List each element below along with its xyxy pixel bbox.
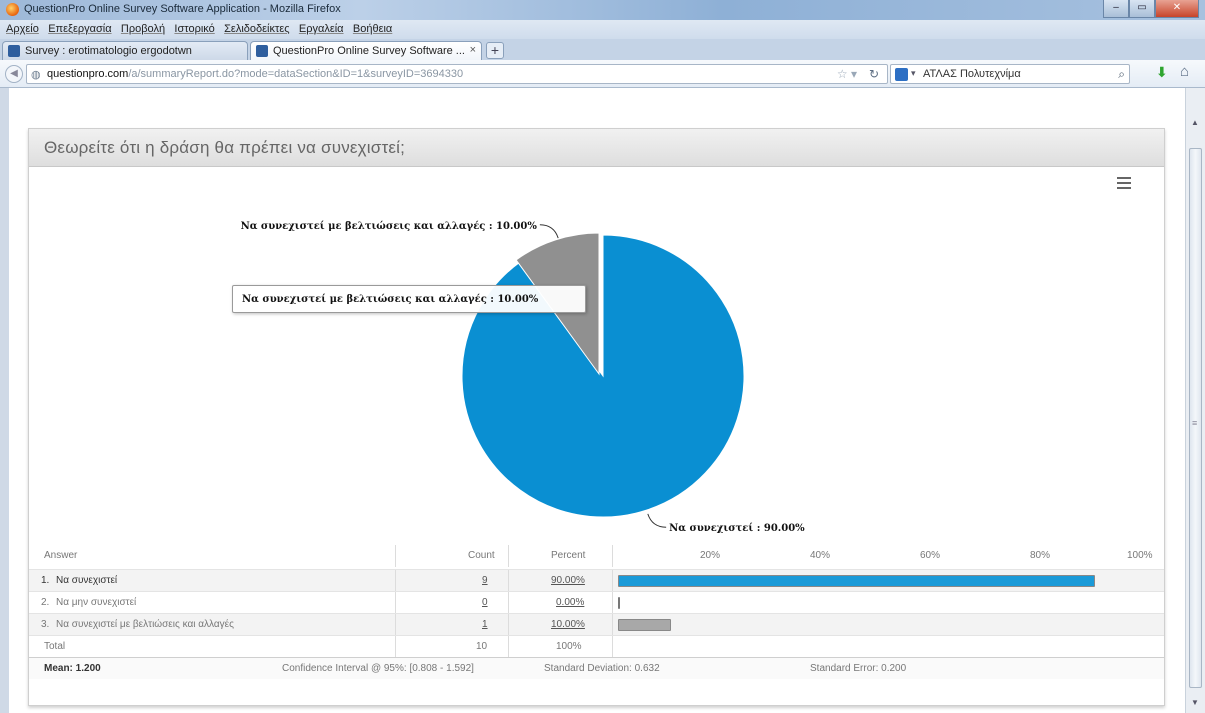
bookmark-star-icon[interactable]: ☆ ▾ bbox=[837, 67, 857, 81]
row-rank: 1. bbox=[41, 575, 50, 586]
table-row: 2. Να μην συνεχιστεί 0 0.00% bbox=[29, 591, 1164, 613]
menu-help[interactable]: Βοήθεια bbox=[353, 23, 392, 35]
menu-bar: Αρχείο Επεξεργασία Προβολή Ιστορικό Σελι… bbox=[0, 20, 1205, 39]
table-row: 3. Να συνεχιστεί με βελτιώσεις και αλλαγ… bbox=[29, 613, 1164, 635]
row-rank: 3. bbox=[41, 619, 50, 630]
menu-history[interactable]: Ιστορικό bbox=[174, 23, 214, 35]
question-title: Θεωρείτε ότι η δράση θα πρέπει να συνεχι… bbox=[44, 138, 406, 157]
window-titlebar: QuestionPro Online Survey Software Appli… bbox=[0, 0, 1205, 20]
tab-label: QuestionPro Online Survey Software ... bbox=[273, 45, 465, 57]
navigation-bar: ◀ ◍ questionpro.com/a/summaryReport.do?m… bbox=[0, 60, 1205, 88]
axis-tick: 80% bbox=[1030, 550, 1051, 561]
scroll-up-icon[interactable]: ▲ bbox=[1191, 118, 1199, 127]
minimize-button[interactable]: – bbox=[1103, 0, 1129, 18]
table-row: 1. Να συνεχιστεί 9 90.00% bbox=[29, 569, 1164, 591]
questionpro-favicon-icon bbox=[256, 45, 268, 57]
home-icon[interactable]: ⌂ bbox=[1180, 63, 1189, 80]
stat-standard-error: Standard Error: 0.200 bbox=[810, 663, 907, 674]
scroll-down-icon[interactable]: ▼ bbox=[1191, 698, 1199, 707]
row-count-link[interactable]: 1 bbox=[482, 619, 488, 630]
row-count-link[interactable]: 9 bbox=[482, 575, 488, 586]
axis-tick: 40% bbox=[810, 550, 831, 561]
stat-standard-deviation: Standard Deviation: 0.632 bbox=[544, 663, 660, 674]
axis-tick: 20% bbox=[700, 550, 721, 561]
close-window-button[interactable]: ✕ bbox=[1155, 0, 1199, 18]
total-label: Total bbox=[44, 641, 66, 652]
table-total-row: Total 10 100% bbox=[29, 635, 1164, 657]
reload-icon[interactable]: ↻ bbox=[869, 67, 879, 81]
row-percent-link[interactable]: 10.00% bbox=[551, 619, 585, 630]
response-bar bbox=[618, 575, 1095, 587]
vertical-scrollbar[interactable]: ▲ ≡ ▼ bbox=[1185, 88, 1205, 713]
tab-bar: Survey : erotimatologio ergodotwn Questi… bbox=[0, 39, 1205, 60]
row-percent-link[interactable]: 90.00% bbox=[551, 575, 585, 586]
axis-tick: 100% bbox=[1127, 550, 1153, 561]
response-bar bbox=[618, 619, 671, 631]
row-rank: 2. bbox=[41, 597, 50, 608]
firefox-icon bbox=[6, 3, 19, 16]
stat-confidence-interval: Confidence Interval @ 95%: [0.808 - 1.59… bbox=[282, 663, 474, 674]
questionpro-favicon-icon bbox=[8, 45, 20, 57]
stat-mean: Mean: 1.200 bbox=[44, 663, 101, 674]
url-text: questionpro.com/a/summaryReport.do?mode=… bbox=[47, 68, 464, 80]
stats-row: Mean: 1.200 Confidence Interval @ 95%: [… bbox=[29, 657, 1164, 679]
question-header: Θεωρείτε ότι η δράση θα πρέπει να συνεχι… bbox=[29, 129, 1164, 167]
search-engine-label: ΑΤΛΑΣ Πολυτεχνίμα bbox=[923, 68, 1021, 80]
tab-close-icon[interactable]: × bbox=[470, 44, 476, 56]
back-button[interactable]: ◀ bbox=[5, 65, 23, 83]
menu-tools[interactable]: Εργαλεία bbox=[299, 23, 344, 35]
menu-view[interactable]: Προβολή bbox=[121, 23, 165, 35]
new-tab-button[interactable]: + bbox=[486, 42, 504, 59]
row-answer: Να συνεχιστεί bbox=[56, 575, 118, 586]
search-engine-icon[interactable] bbox=[895, 68, 908, 81]
row-answer: Να μην συνεχιστεί bbox=[56, 597, 137, 608]
menu-file[interactable]: Αρχείο bbox=[6, 23, 39, 35]
tab-questionpro[interactable]: QuestionPro Online Survey Software ... × bbox=[250, 41, 482, 60]
header-percent: Percent bbox=[551, 550, 586, 561]
url-bar[interactable]: ◍ questionpro.com/a/summaryReport.do?mod… bbox=[26, 64, 888, 84]
tab-survey[interactable]: Survey : erotimatologio ergodotwn bbox=[2, 41, 248, 60]
chart-menu-icon[interactable] bbox=[1117, 177, 1131, 189]
globe-icon: ◍ bbox=[31, 69, 41, 81]
row-percent-link[interactable]: 0.00% bbox=[556, 597, 584, 608]
menu-edit[interactable]: Επεξεργασία bbox=[48, 23, 111, 35]
response-bar bbox=[618, 597, 620, 609]
search-icon[interactable]: ⌕ bbox=[1118, 67, 1125, 82]
tab-label: Survey : erotimatologio ergodotwn bbox=[25, 45, 192, 57]
row-answer: Να συνεχιστεί με βελτιώσεις και αλλαγές bbox=[56, 619, 234, 630]
window-controls: – ▭ ✕ bbox=[1103, 0, 1199, 18]
download-icon[interactable]: ⬇ bbox=[1156, 64, 1168, 81]
maximize-button[interactable]: ▭ bbox=[1129, 0, 1155, 18]
menu-bookmarks[interactable]: Σελιδοδείκτες bbox=[224, 23, 289, 35]
search-bar[interactable]: ▾ ΑΤΛΑΣ Πολυτεχνίμα ⌕ bbox=[890, 64, 1130, 84]
table-header-row: Answer Count Percent 20% 40% 60% 80% 100… bbox=[29, 545, 1164, 567]
header-count: Count bbox=[468, 550, 495, 561]
grip-icon: ≡ bbox=[1192, 418, 1198, 428]
axis-tick: 60% bbox=[920, 550, 941, 561]
total-percent: 100% bbox=[556, 641, 582, 652]
total-count: 10 bbox=[476, 641, 488, 652]
chart-tooltip: Να συνεχιστεί με βελτιώσεις και αλλαγές … bbox=[232, 285, 586, 313]
chevron-down-icon: ▾ bbox=[911, 68, 916, 78]
row-count-link[interactable]: 0 bbox=[482, 597, 488, 608]
header-answer: Answer bbox=[44, 550, 78, 561]
window-title: QuestionPro Online Survey Software Appli… bbox=[24, 3, 341, 15]
